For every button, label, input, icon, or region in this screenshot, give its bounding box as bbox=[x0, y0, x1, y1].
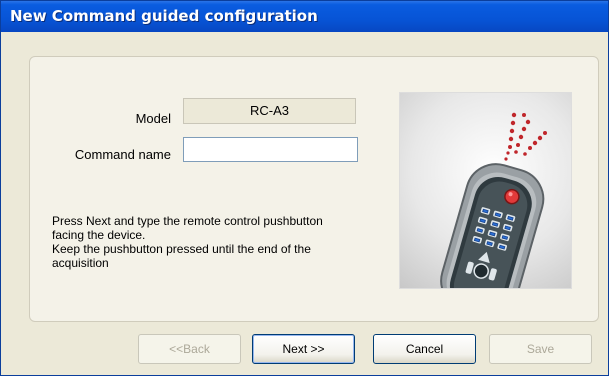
back-button[interactable]: <<Back bbox=[138, 334, 241, 364]
title-bar[interactable]: New Command guided configuration bbox=[1, 1, 608, 32]
instruction-line: Keep the pushbutton pressed until the en… bbox=[52, 242, 311, 256]
signal-waves-icon bbox=[504, 112, 547, 161]
next-button[interactable]: Next >> bbox=[252, 334, 355, 364]
dialog-window: New Command guided configuration Model R… bbox=[0, 0, 609, 376]
window-title: New Command guided configuration bbox=[10, 7, 318, 25]
cancel-button[interactable]: Cancel bbox=[373, 334, 476, 364]
save-button[interactable]: Save bbox=[489, 334, 592, 364]
model-field: RC-A3 bbox=[183, 98, 356, 124]
model-label: Model bbox=[135, 111, 171, 126]
remote-control-icon bbox=[440, 112, 547, 288]
command-name-label: Command name bbox=[74, 147, 171, 162]
instructions-text: Press Next and type the remote control p… bbox=[52, 214, 372, 270]
remote-control-illustration bbox=[399, 92, 572, 289]
instruction-line: Press Next and type the remote control p… bbox=[52, 214, 323, 228]
instruction-line: facing the device. bbox=[52, 228, 146, 242]
command-name-input[interactable] bbox=[183, 137, 358, 162]
instruction-line: acquisition bbox=[52, 256, 109, 270]
